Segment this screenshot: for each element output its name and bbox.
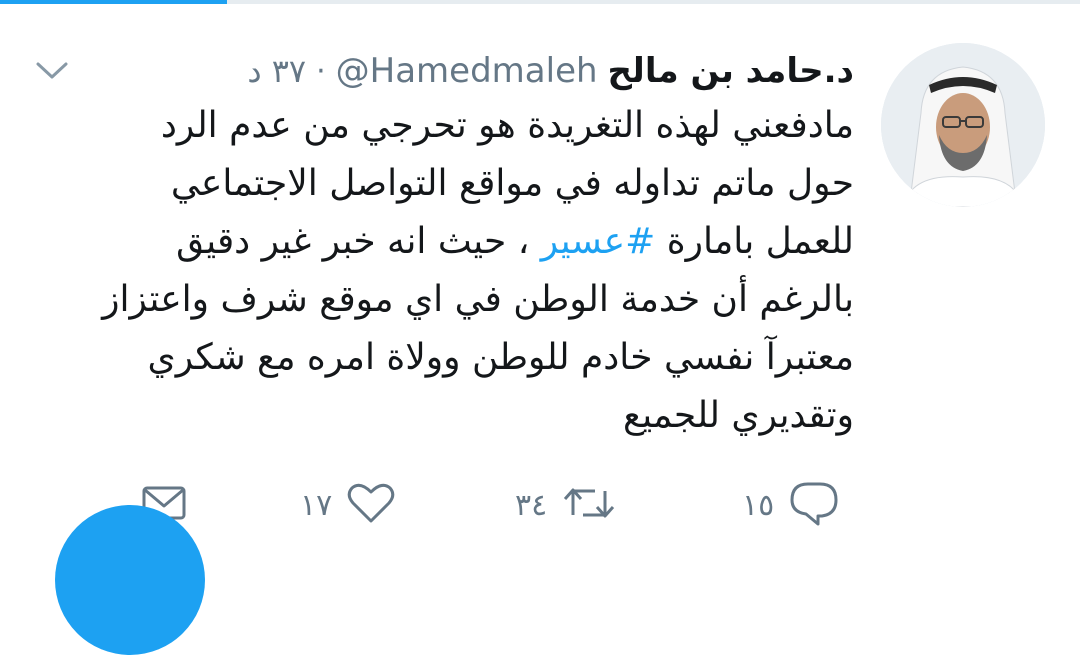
- header-separator: ·: [316, 53, 326, 89]
- retweet-button[interactable]: ٣٤: [515, 480, 617, 530]
- tweet-text-line: مادفعني لهذه التغريدة هو تحرجي من عدم ال…: [160, 105, 854, 146]
- hashtag-link[interactable]: #عسير: [541, 221, 656, 262]
- like-button[interactable]: ١٧: [300, 480, 396, 530]
- tweet-text-line: معتبرآ نفسي خادم للوطن وولاة امره مع شكر…: [147, 337, 854, 378]
- reply-count: ١٥: [742, 487, 775, 523]
- retweet-count: ٣٤: [515, 487, 548, 523]
- tweet-header: د.حامد بن مالح @Hamedmaleh · ٣٧ د: [247, 45, 854, 97]
- heart-icon: [346, 481, 396, 529]
- retweet-icon: [561, 481, 617, 529]
- reply-button[interactable]: ١٥: [742, 480, 840, 530]
- tweet-text-line: بالرغم أن خدمة الوطن في اي موقع شرف واعت…: [102, 279, 854, 320]
- author-avatar[interactable]: [881, 43, 1045, 207]
- tweet-text: مادفعني لهذه التغريدة هو تحرجي من عدم ال…: [34, 97, 854, 445]
- compose-fab[interactable]: [55, 505, 205, 655]
- like-count: ١٧: [300, 487, 333, 523]
- author-name[interactable]: د.حامد بن مالح: [608, 51, 854, 91]
- tweet-text-line: للعمل بامارة #عسير ، حيث انه خبر غير دقي…: [34, 213, 854, 271]
- loading-progress-bar: [0, 0, 1080, 4]
- loading-progress-fill: [0, 0, 227, 4]
- tweet-timestamp[interactable]: ٣٧ د: [247, 52, 306, 90]
- tweet-text-line: حول ماتم تداوله في مواقع التواصل الاجتما…: [170, 163, 854, 204]
- chevron-down-icon[interactable]: [34, 56, 70, 84]
- tweet-text-line: وتقديري للجميع: [623, 395, 854, 436]
- author-handle[interactable]: @Hamedmaleh: [336, 51, 598, 91]
- reply-icon: [788, 480, 840, 530]
- tweet-text-segment: ، حيث انه خبر غير دقيق: [176, 221, 541, 262]
- tweet-text-segment: للعمل بامارة: [655, 221, 854, 262]
